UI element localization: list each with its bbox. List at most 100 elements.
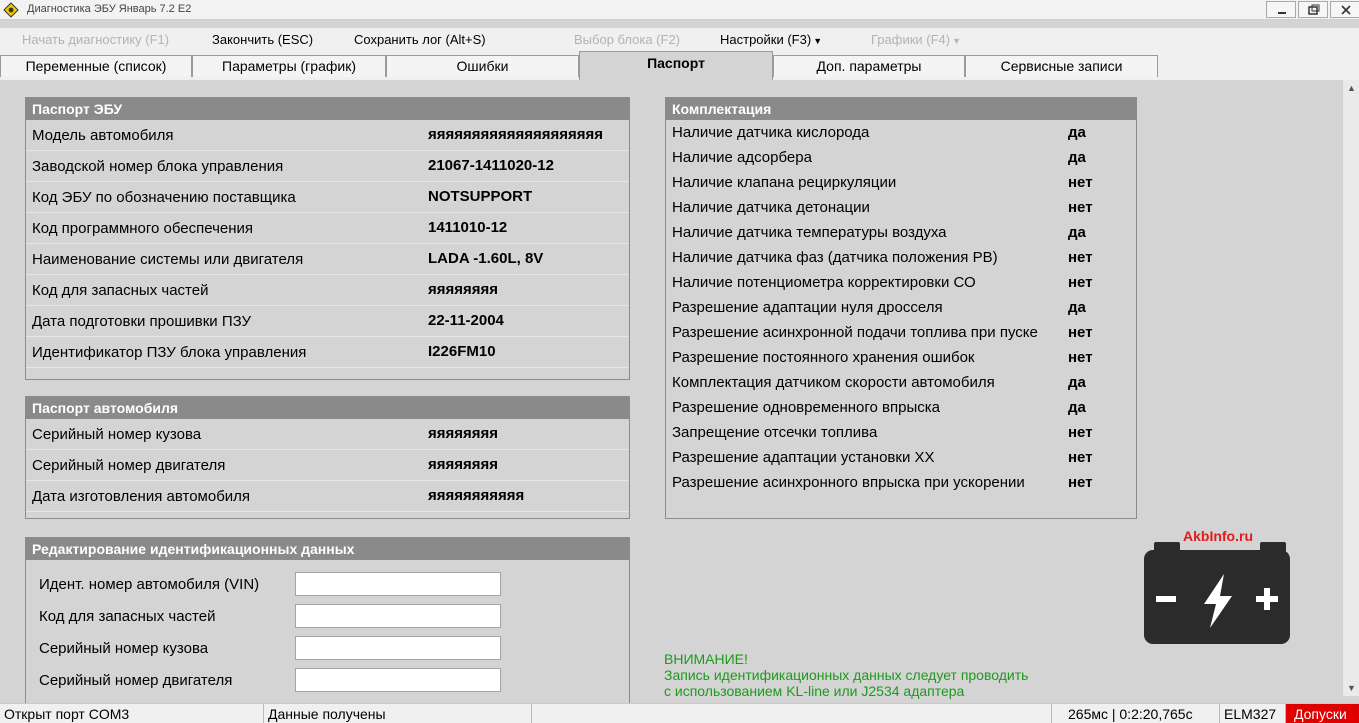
ecu-passport-row: Модель автомобиля яяяяяяяяяяяяяяяяяяяя bbox=[26, 120, 629, 151]
tab-service-records[interactable]: Сервисные записи bbox=[965, 55, 1158, 77]
ecu-passport-row-label: Дата подготовки прошивки ПЗУ bbox=[32, 313, 252, 330]
title-bar: Диагностика ЭБУ Январь 7.2 E2 bbox=[0, 0, 1359, 20]
configuration-row-label: Наличие адсорбера bbox=[672, 149, 812, 166]
ecu-passport-row-label: Код для запасных частей bbox=[32, 282, 209, 299]
logo-text: AkbInfo.ru bbox=[1183, 528, 1253, 544]
graphs-menu[interactable]: Графики (F4) ▼ bbox=[871, 32, 961, 47]
warning-title: ВНИМАНИЕ! bbox=[664, 651, 748, 667]
ecu-passport-row: Код программного обеспечения 1411010-12 bbox=[26, 213, 629, 244]
tab-parameters-graph[interactable]: Параметры (график) bbox=[192, 55, 386, 77]
scroll-up-icon[interactable]: ▲ bbox=[1343, 80, 1359, 96]
configuration-row: Наличие датчика фаз (датчика положения Р… bbox=[666, 246, 1136, 271]
configuration-row-label: Разрешение асинхронной подачи топлива пр… bbox=[672, 324, 1038, 341]
edit-id-title: Редактирование идентификационных данных bbox=[26, 538, 629, 560]
configuration-row-label: Разрешение адаптации установки ХХ bbox=[672, 449, 935, 466]
maximize-button[interactable] bbox=[1298, 1, 1328, 18]
edit-id-label: Код для запасных частей bbox=[39, 608, 216, 625]
configuration-row: Наличие клапана рециркуляции нет bbox=[666, 171, 1136, 196]
status-data: Данные получены bbox=[264, 704, 532, 723]
configuration-row-label: Разрешение одновременного впрыска bbox=[672, 399, 941, 416]
configuration-row-value: нет bbox=[1068, 449, 1093, 466]
edit-id-input[interactable] bbox=[295, 668, 501, 692]
edit-id-input[interactable] bbox=[295, 572, 501, 596]
ecu-passport-row-value: 21067-1411020-12 bbox=[428, 157, 554, 174]
tab-errors[interactable]: Ошибки bbox=[386, 55, 579, 77]
configuration-row-value: нет bbox=[1068, 249, 1093, 266]
ecu-passport-row: Код для запасных частей яяяяяяяя bbox=[26, 275, 629, 306]
configuration-row-value: нет bbox=[1068, 274, 1093, 291]
save-log-button[interactable]: Сохранить лог (Alt+S) bbox=[354, 32, 486, 47]
car-passport-panel: Паспорт автомобиля Серийный номер кузова… bbox=[25, 396, 630, 519]
ecu-passport-row-value: яяяяяяяяяяяяяяяяяяяя bbox=[428, 126, 604, 143]
ecu-passport-row-label: Наименование системы или двигателя bbox=[32, 251, 304, 268]
chevron-down-icon: ▼ bbox=[952, 36, 962, 46]
configuration-row-label: Наличие клапана рециркуляции bbox=[672, 174, 897, 191]
configuration-row-value: да bbox=[1068, 149, 1086, 166]
close-button[interactable] bbox=[1330, 1, 1359, 18]
car-passport-row-value: яяяяяяяя bbox=[428, 456, 499, 473]
configuration-row: Наличие датчика детонации нет bbox=[666, 196, 1136, 221]
configuration-title: Комплектация bbox=[666, 98, 1136, 120]
chevron-down-icon: ▼ bbox=[813, 36, 823, 46]
ecu-passport-list: Модель автомобиля яяяяяяяяяяяяяяяяяяяя Зав… bbox=[26, 120, 629, 368]
configuration-row: Разрешение постоянного хранения ошибок не… bbox=[666, 346, 1136, 371]
configuration-row-value: да bbox=[1068, 399, 1086, 416]
configuration-row: Наличие датчика температуры воздуха да bbox=[666, 221, 1136, 246]
start-diagnostics-button[interactable]: Начать диагностику (F1) bbox=[22, 32, 169, 47]
ecu-passport-row-value: I226FM10 bbox=[428, 343, 496, 360]
status-tolerances[interactable]: Допуски bbox=[1286, 704, 1359, 723]
configuration-row-label: Разрешение асинхронного впрыска при уско… bbox=[672, 474, 1025, 491]
car-passport-row: Дата изготовления автомобиля яяяяяяяяяяя bbox=[26, 481, 629, 512]
warning-text: ВНИМАНИЕ! Запись идентификационных данны… bbox=[664, 651, 1084, 699]
configuration-row: Разрешение адаптации установки ХХ нет bbox=[666, 446, 1136, 471]
select-block-button[interactable]: Выбор блока (F2) bbox=[574, 32, 680, 47]
configuration-row-label: Разрешение постоянного хранения ошибок bbox=[672, 349, 975, 366]
status-port: Открыт порт COM3 bbox=[0, 704, 264, 723]
configuration-row-value: нет bbox=[1068, 199, 1093, 216]
car-passport-row: Серийный номер двигателя яяяяяяяя bbox=[26, 450, 629, 481]
edit-id-label: Серийный номер кузова bbox=[39, 640, 209, 657]
edit-id-panel: Редактирование идентификационных данных … bbox=[25, 537, 630, 703]
settings-menu[interactable]: Настройки (F3) ▼ bbox=[720, 32, 822, 47]
tab-variables-list[interactable]: Переменные (список) bbox=[0, 55, 192, 77]
configuration-list: Наличие датчика кислорода да Наличие адсор… bbox=[666, 120, 1136, 496]
vertical-scrollbar[interactable]: ▲ ▼ bbox=[1342, 80, 1359, 696]
ecu-passport-row-label: Идентификатор ПЗУ блока управления bbox=[32, 344, 307, 361]
edit-id-input[interactable] bbox=[295, 604, 501, 628]
minimize-button[interactable] bbox=[1266, 1, 1296, 18]
configuration-row-label: Наличие потенциометра корректировки СО bbox=[672, 274, 976, 291]
configuration-row-value: да bbox=[1068, 124, 1086, 141]
car-passport-row-label: Серийный номер двигателя bbox=[32, 457, 226, 474]
battery-icon bbox=[1144, 542, 1290, 644]
configuration-row-value: нет bbox=[1068, 424, 1093, 441]
status-empty bbox=[532, 704, 1052, 723]
ecu-passport-row-label: Модель автомобиля bbox=[32, 127, 174, 144]
ecu-passport-row: Наименование системы или двигателя LADA -… bbox=[26, 244, 629, 275]
car-passport-row-value: яяяяяяяяяяя bbox=[428, 487, 525, 504]
finish-button[interactable]: Закончить (ESC) bbox=[212, 32, 313, 47]
status-adapter: ELM327 bbox=[1220, 704, 1286, 723]
tab-extra-parameters[interactable]: Доп. параметры bbox=[773, 55, 965, 77]
ecu-passport-row-value: 22-11-2004 bbox=[428, 312, 504, 329]
configuration-row: Разрешение одновременного впрыска да bbox=[666, 396, 1136, 421]
configuration-row: Наличие датчика кислорода да bbox=[666, 121, 1136, 146]
menu-bar: Начать диагностику (F1) Закончить (ESC) … bbox=[0, 28, 1359, 50]
scroll-down-icon[interactable]: ▼ bbox=[1343, 680, 1359, 696]
edit-id-input[interactable] bbox=[295, 636, 501, 660]
car-passport-title: Паспорт автомобиля bbox=[26, 397, 629, 419]
ecu-passport-row-label: Код ЭБУ по обозначению поставщика bbox=[32, 189, 296, 206]
tab-passport[interactable]: Паспорт bbox=[579, 51, 773, 80]
configuration-row-value: да bbox=[1068, 299, 1086, 316]
window-title: Диагностика ЭБУ Январь 7.2 E2 bbox=[27, 3, 192, 15]
configuration-row-value: да bbox=[1068, 374, 1086, 391]
configuration-row-label: Запрещение отсечки топлива bbox=[672, 424, 878, 441]
restore-icon bbox=[1308, 4, 1320, 15]
configuration-row-label: Наличие датчика фаз (датчика положения Р… bbox=[672, 249, 998, 266]
edit-id-form: Идент. номер автомобиля (VIN) Код для зап… bbox=[26, 560, 629, 697]
edit-id-row: Идент. номер автомобиля (VIN) bbox=[26, 569, 629, 601]
ecu-passport-row-value: 1411010-12 bbox=[428, 219, 508, 236]
akbinfo-logo: AkbInfo.ru bbox=[1140, 528, 1300, 648]
configuration-row-label: Разрешение адаптации нуля дросселя bbox=[672, 299, 943, 316]
configuration-row: Наличие потенциометра корректировки СО не… bbox=[666, 271, 1136, 296]
ecu-passport-row-value: яяяяяяяя bbox=[428, 281, 499, 298]
